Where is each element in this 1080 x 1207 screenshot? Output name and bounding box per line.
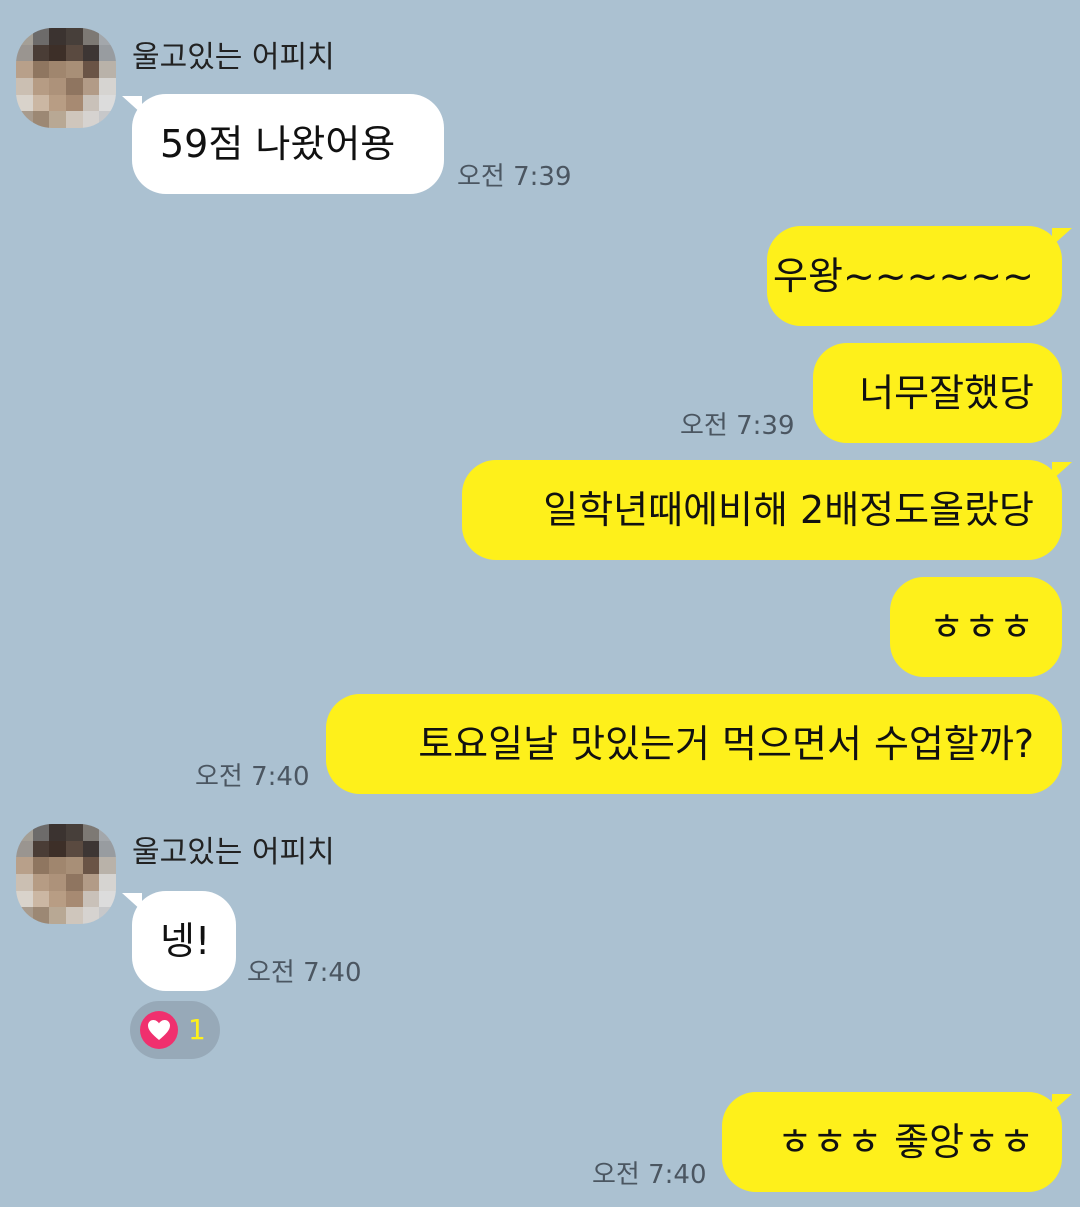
incoming-message-bubble[interactable]: 59점 나왔어용 (132, 94, 444, 194)
reaction-count: 1 (188, 1013, 206, 1046)
avatar[interactable] (16, 28, 116, 128)
reaction-badge[interactable]: 1 (130, 1001, 220, 1059)
sender-name: 울고있는 어피치 (132, 835, 335, 870)
avatar[interactable] (16, 824, 116, 924)
message-timestamp: 오전 7:40 (247, 958, 362, 988)
message-timestamp: 오전 7:40 (195, 762, 310, 792)
message-timestamp: 오전 7:39 (457, 162, 572, 192)
outgoing-message-bubble[interactable]: ㅎㅎㅎ 좋앙ㅎㅎ (722, 1092, 1062, 1192)
message-text: 우왕~~~~~~ (773, 254, 1034, 298)
incoming-message-bubble[interactable]: 넹! (132, 891, 236, 991)
message-text: 일학년때에비해 2배정도올랐당 (543, 488, 1034, 532)
message-text: 넹! (160, 919, 211, 963)
sender-name: 울고있는 어피치 (132, 40, 335, 75)
message-text: 59점 나왔어용 (160, 122, 396, 166)
outgoing-message-bubble[interactable]: ㅎㅎㅎ (890, 577, 1062, 677)
message-text: 너무잘했당 (859, 371, 1034, 415)
heart-icon (140, 1011, 178, 1049)
message-text: ㅎㅎㅎ 좋앙ㅎㅎ (777, 1120, 1034, 1164)
message-timestamp: 오전 7:40 (592, 1160, 707, 1190)
message-text: ㅎㅎㅎ (929, 605, 1034, 649)
outgoing-message-bubble[interactable]: 우왕~~~~~~ (767, 226, 1062, 326)
outgoing-message-bubble[interactable]: 너무잘했당 (813, 343, 1062, 443)
message-timestamp: 오전 7:39 (680, 411, 795, 441)
message-text: 토요일날 맛있는거 먹으면서 수업할까? (418, 722, 1034, 766)
outgoing-message-bubble[interactable]: 토요일날 맛있는거 먹으면서 수업할까? (326, 694, 1062, 794)
outgoing-message-bubble[interactable]: 일학년때에비해 2배정도올랐당 (462, 460, 1062, 560)
